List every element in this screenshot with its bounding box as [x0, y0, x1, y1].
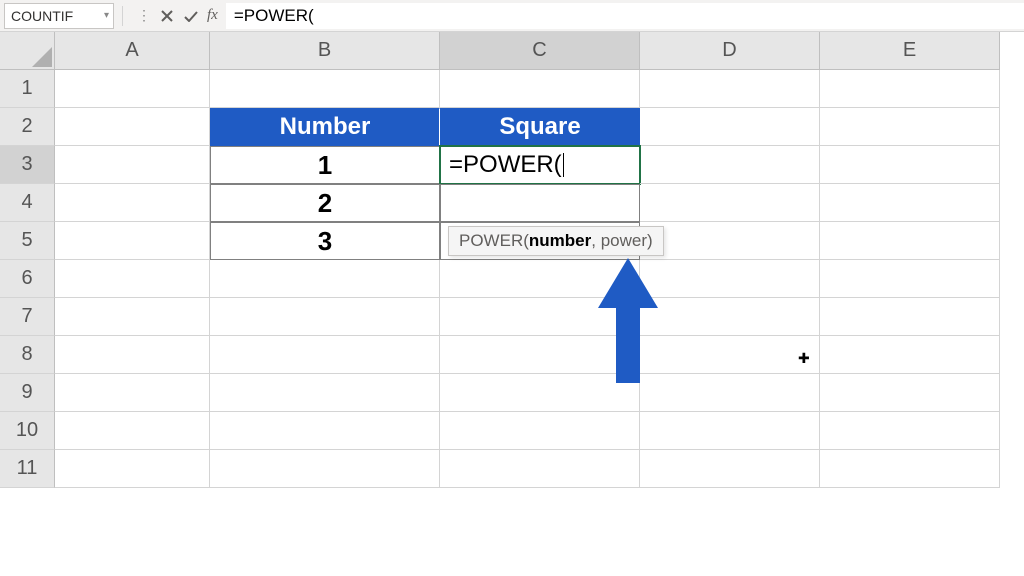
cell-D3[interactable]	[640, 146, 820, 184]
cell-E4[interactable]	[820, 184, 1000, 222]
col-header-C[interactable]: C	[440, 32, 640, 70]
cell-B11[interactable]	[210, 450, 440, 488]
cancel-icon[interactable]	[155, 4, 179, 28]
cell-D1[interactable]	[640, 70, 820, 108]
cell-B1[interactable]	[210, 70, 440, 108]
select-all-corner[interactable]	[0, 32, 55, 70]
cell-C1[interactable]	[440, 70, 640, 108]
expand-icon[interactable]: ⋮	[131, 4, 155, 28]
cell-D6[interactable]	[640, 260, 820, 298]
cell-D4[interactable]	[640, 184, 820, 222]
text-caret	[563, 153, 564, 177]
cell-E11[interactable]	[820, 450, 1000, 488]
annotation-arrow-icon	[598, 258, 658, 393]
cell-D8[interactable]	[640, 336, 820, 374]
cell-A8[interactable]	[55, 336, 210, 374]
formula-input[interactable]	[226, 3, 1024, 29]
cell-A1[interactable]	[55, 70, 210, 108]
cell-B4[interactable]: 2	[210, 184, 440, 222]
formula-bar: COUNTIF ▾ ⋮ fx	[0, 0, 1024, 32]
cell-C4[interactable]	[440, 184, 640, 222]
col-header-D[interactable]: D	[640, 32, 820, 70]
spreadsheet-grid: A B C D E 1 2 Number Square 3 1 =POWER( …	[0, 32, 1024, 488]
cell-A10[interactable]	[55, 412, 210, 450]
cell-C3-text: =POWER(	[449, 151, 562, 179]
cell-D7[interactable]	[640, 298, 820, 336]
cell-D9[interactable]	[640, 374, 820, 412]
cell-E8[interactable]	[820, 336, 1000, 374]
fx-icon[interactable]: fx	[207, 7, 218, 24]
row-header-4[interactable]: 4	[0, 184, 55, 222]
divider	[122, 6, 123, 26]
cell-C11[interactable]	[440, 450, 640, 488]
row-header-1[interactable]: 1	[0, 70, 55, 108]
cell-E3[interactable]	[820, 146, 1000, 184]
cell-A9[interactable]	[55, 374, 210, 412]
cell-D2[interactable]	[640, 108, 820, 146]
cell-D11[interactable]	[640, 450, 820, 488]
row-header-11[interactable]: 11	[0, 450, 55, 488]
enter-icon[interactable]	[179, 4, 203, 28]
row-header-5[interactable]: 5	[0, 222, 55, 260]
cell-A4[interactable]	[55, 184, 210, 222]
cell-E5[interactable]	[820, 222, 1000, 260]
row-header-3[interactable]: 3	[0, 146, 55, 184]
function-tooltip[interactable]: POWER(number, power)	[448, 226, 664, 256]
cell-B3[interactable]: 1	[210, 146, 440, 184]
cell-C10[interactable]	[440, 412, 640, 450]
cell-A3[interactable]	[55, 146, 210, 184]
cell-B10[interactable]	[210, 412, 440, 450]
cell-C3-editing[interactable]: =POWER(	[440, 146, 640, 184]
cell-E9[interactable]	[820, 374, 1000, 412]
cell-D5[interactable]	[640, 222, 820, 260]
row-header-6[interactable]: 6	[0, 260, 55, 298]
cell-B9[interactable]	[210, 374, 440, 412]
name-box[interactable]: COUNTIF ▾	[4, 3, 114, 29]
row-header-10[interactable]: 10	[0, 412, 55, 450]
col-header-B[interactable]: B	[210, 32, 440, 70]
cell-E6[interactable]	[820, 260, 1000, 298]
cell-C2-header-square[interactable]: Square	[440, 108, 640, 146]
cell-B8[interactable]	[210, 336, 440, 374]
cell-A6[interactable]	[55, 260, 210, 298]
cell-E10[interactable]	[820, 412, 1000, 450]
tooltip-fn: POWER	[459, 231, 523, 250]
name-box-value: COUNTIF	[11, 8, 73, 24]
cell-A2[interactable]	[55, 108, 210, 146]
cell-B5[interactable]: 3	[210, 222, 440, 260]
cell-E2[interactable]	[820, 108, 1000, 146]
cell-A7[interactable]	[55, 298, 210, 336]
col-header-A[interactable]: A	[55, 32, 210, 70]
cell-E7[interactable]	[820, 298, 1000, 336]
cell-A11[interactable]	[55, 450, 210, 488]
tooltip-arg-active: number	[529, 231, 591, 250]
cell-D10[interactable]	[640, 412, 820, 450]
row-header-8[interactable]: 8	[0, 336, 55, 374]
row-header-2[interactable]: 2	[0, 108, 55, 146]
col-header-E[interactable]: E	[820, 32, 1000, 70]
chevron-down-icon[interactable]: ▾	[104, 10, 109, 21]
cell-cursor-icon: ✚	[798, 350, 810, 367]
cell-B7[interactable]	[210, 298, 440, 336]
row-header-9[interactable]: 9	[0, 374, 55, 412]
cell-B2-header-number[interactable]: Number	[210, 108, 440, 146]
cell-A5[interactable]	[55, 222, 210, 260]
row-header-7[interactable]: 7	[0, 298, 55, 336]
cell-E1[interactable]	[820, 70, 1000, 108]
cell-B6[interactable]	[210, 260, 440, 298]
tooltip-arg-rest: , power	[591, 231, 647, 250]
